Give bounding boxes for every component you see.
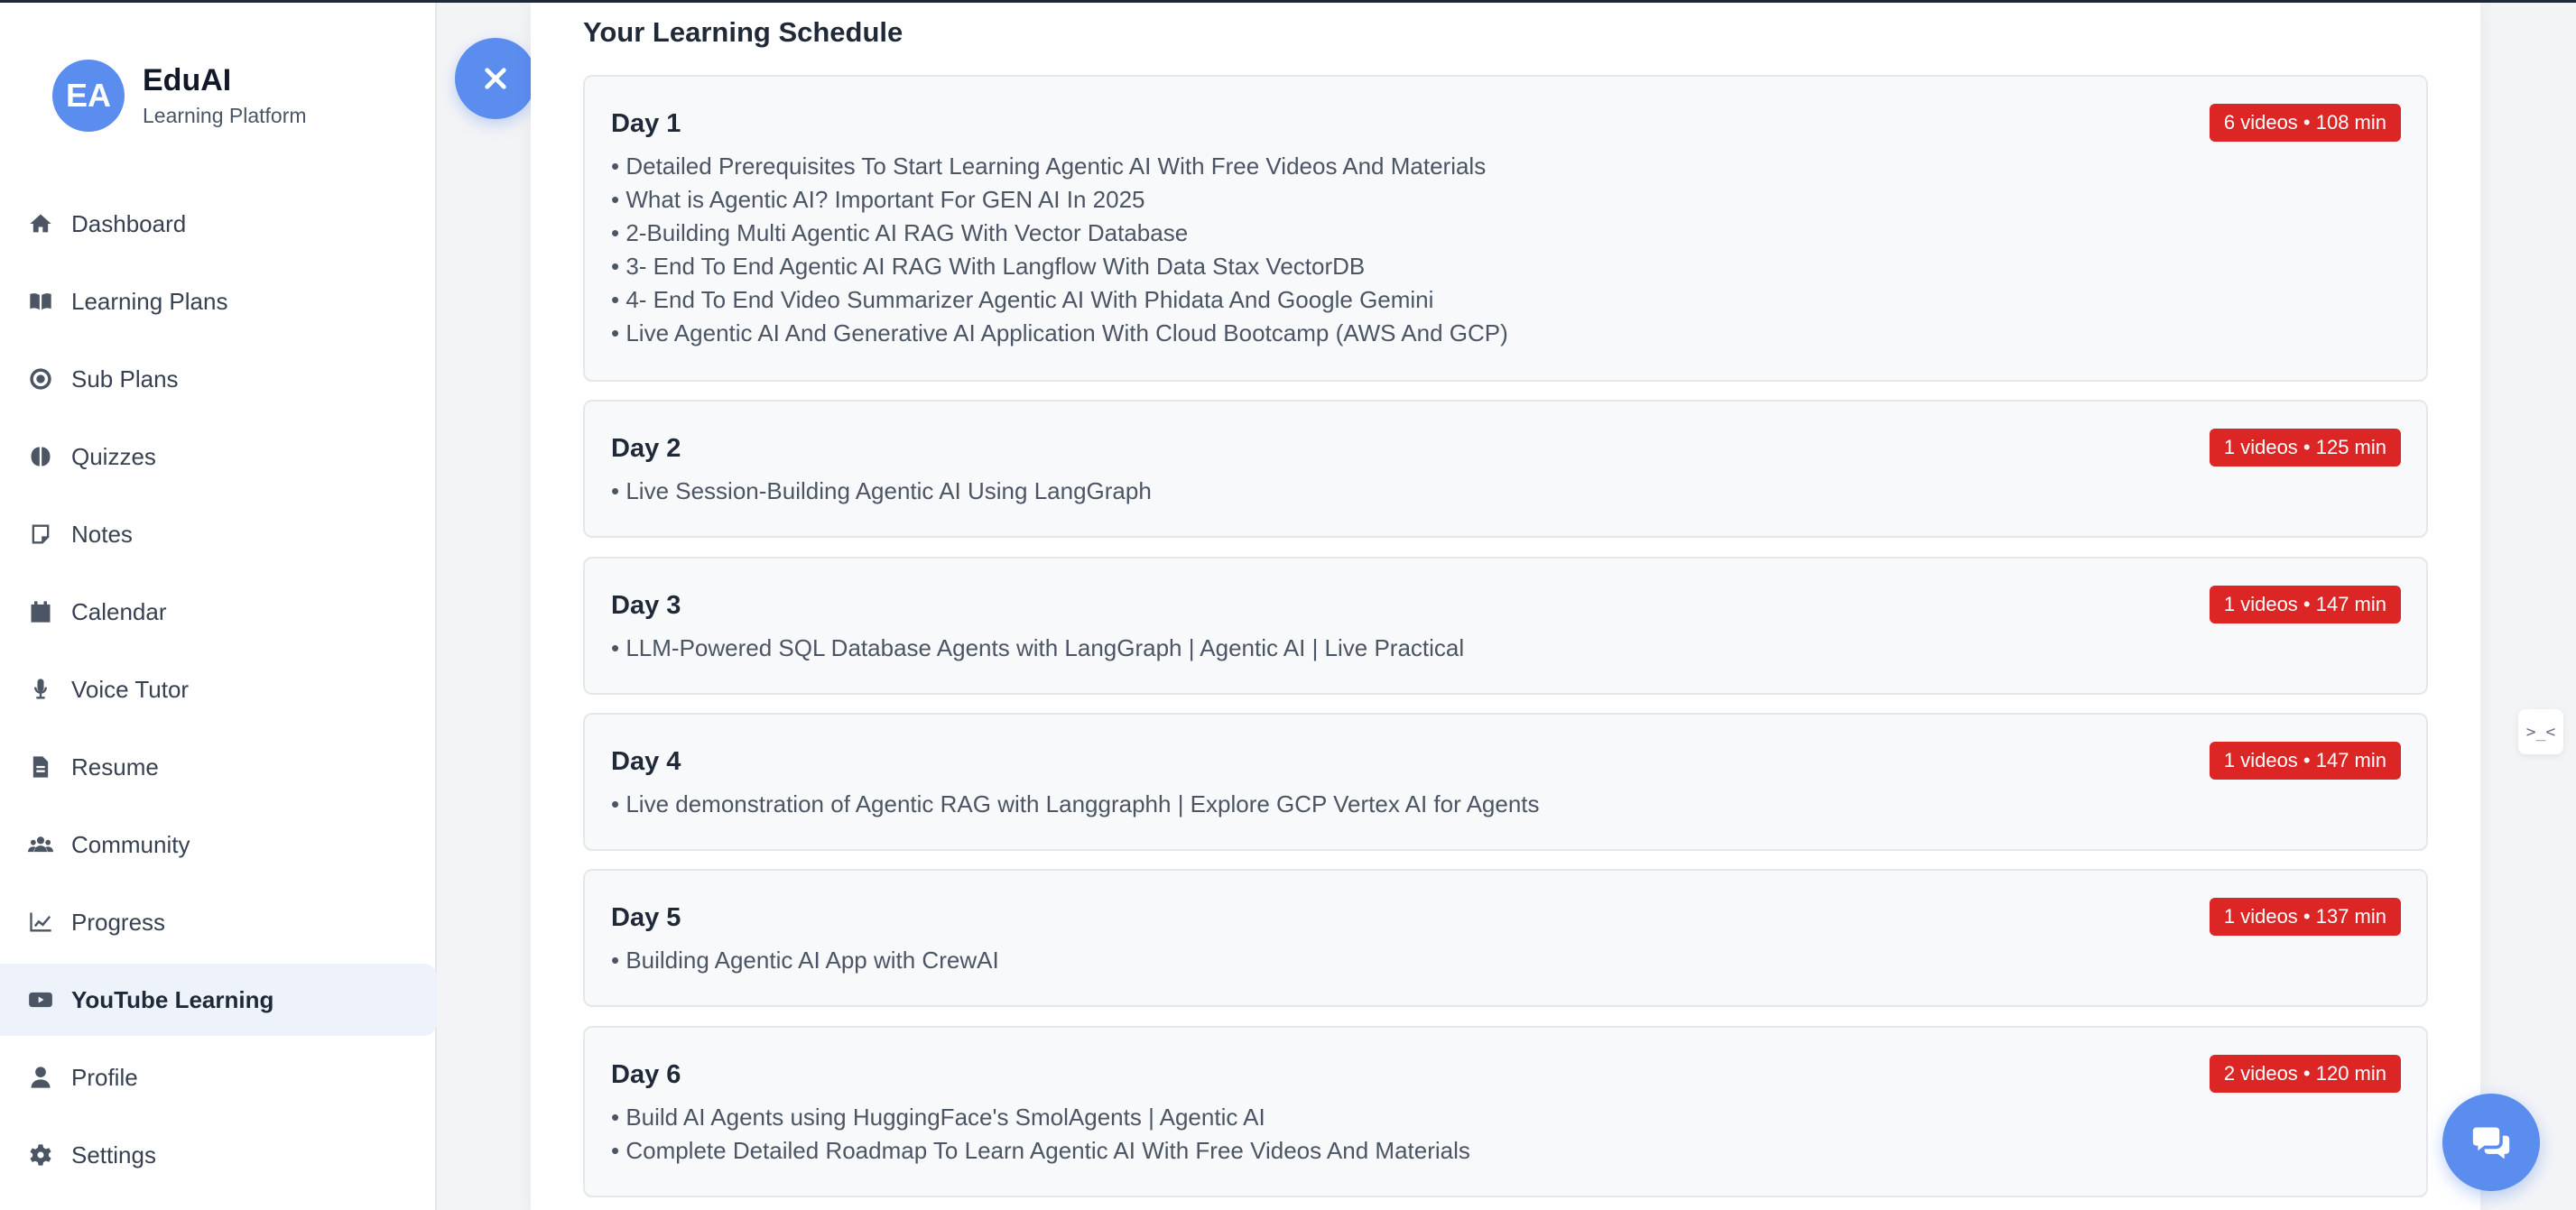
video-list: • Detailed Prerequisites To Start Learni… xyxy=(611,150,1508,350)
video-item[interactable]: • LLM-Powered SQL Database Agents with L… xyxy=(611,632,1464,665)
video-item[interactable]: • 2-Building Multi Agentic AI RAG With V… xyxy=(611,217,1508,250)
sidebar-item-label: YouTube Learning xyxy=(71,985,274,1013)
day-badge: 6 videos • 108 min xyxy=(2209,104,2401,142)
main-content: Your Learning Schedule Day 1 6 videos • … xyxy=(531,3,2480,1210)
sidebar-item-label: Dashboard xyxy=(71,209,187,237)
video-item[interactable]: • What is Agentic AI? Important For GEN … xyxy=(611,183,1508,217)
home-icon xyxy=(25,208,56,239)
day-badge: 1 videos • 147 min xyxy=(2209,586,2401,623)
users-icon xyxy=(25,829,56,860)
brand-subtitle: Learning Platform xyxy=(143,104,307,127)
microphone-icon xyxy=(25,674,56,705)
day-badge: 1 videos • 147 min xyxy=(2209,742,2401,780)
video-item[interactable]: • 4- End To End Video Summarizer Agentic… xyxy=(611,283,1508,317)
sidebar-item-voice-tutor[interactable]: Voice Tutor xyxy=(0,653,437,725)
file-icon xyxy=(25,752,56,782)
sidebar-item-label: Sub Plans xyxy=(71,365,179,393)
sidebar: EA EduAI Learning Platform Dashboard Lea… xyxy=(0,3,437,1210)
sidebar-item-label: Calendar xyxy=(71,597,167,625)
brand-name: EduAI xyxy=(143,63,232,97)
close-icon xyxy=(483,66,508,91)
note-icon xyxy=(25,519,56,550)
sidebar-item-community[interactable]: Community xyxy=(0,808,437,881)
book-icon xyxy=(25,286,56,317)
sidebar-item-progress[interactable]: Progress xyxy=(0,886,437,958)
day-card: Day 4 1 videos • 147 min • Live demonstr… xyxy=(583,713,2428,851)
sidebar-item-label: Resume xyxy=(71,753,159,780)
sidebar-item-quizzes[interactable]: Quizzes xyxy=(0,420,437,493)
sidebar-item-settings[interactable]: Settings xyxy=(0,1119,437,1191)
sidebar-item-label: Profile xyxy=(71,1063,138,1091)
sidebar-item-label: Notes xyxy=(71,520,133,548)
sidebar-item-notes[interactable]: Notes xyxy=(0,498,437,570)
sidebar-item-youtube-learning[interactable]: YouTube Learning xyxy=(0,964,437,1036)
day-badge: 1 videos • 137 min xyxy=(2209,898,2401,936)
brand-text: EduAI Learning Platform xyxy=(143,63,307,128)
youtube-icon xyxy=(25,984,56,1015)
video-item[interactable]: • 3- End To End Agentic AI RAG With Lang… xyxy=(611,250,1508,283)
chart-line-icon xyxy=(25,907,56,938)
brain-icon xyxy=(25,441,56,472)
schedule-title: Your Learning Schedule xyxy=(583,16,903,48)
video-list: • Live demonstration of Agentic RAG with… xyxy=(611,788,1540,821)
video-item[interactable]: • Build AI Agents using HuggingFace's Sm… xyxy=(611,1101,1470,1134)
app-window: EA EduAI Learning Platform Dashboard Lea… xyxy=(0,0,2576,1210)
sidebar-item-learning-plans[interactable]: Learning Plans xyxy=(0,265,437,337)
sidebar-item-label: Community xyxy=(71,830,190,858)
sidebar-item-resume[interactable]: Resume xyxy=(0,731,437,803)
brand[interactable]: EA EduAI Learning Platform xyxy=(52,60,307,132)
day-card: Day 6 2 videos • 120 min • Build AI Agen… xyxy=(583,1026,2428,1197)
video-item[interactable]: • Live demonstration of Agentic RAG with… xyxy=(611,788,1540,821)
day-badge: 1 videos • 125 min xyxy=(2209,429,2401,466)
sidebar-item-label: Quizzes xyxy=(71,442,156,470)
video-list: • LLM-Powered SQL Database Agents with L… xyxy=(611,632,1464,665)
chat-button[interactable] xyxy=(2442,1094,2540,1191)
calendar-icon xyxy=(25,596,56,627)
video-list: • Live Session-Building Agentic AI Using… xyxy=(611,475,1152,508)
video-item[interactable]: • Live Agentic AI And Generative AI Appl… xyxy=(611,317,1508,350)
day-badge: 2 videos • 120 min xyxy=(2209,1055,2401,1093)
day-title: Day 6 xyxy=(611,1060,681,1089)
day-title: Day 3 xyxy=(611,591,681,620)
day-card: Day 3 1 videos • 147 min • LLM-Powered S… xyxy=(583,557,2428,695)
sidebar-item-profile[interactable]: Profile xyxy=(0,1041,437,1113)
user-icon xyxy=(25,1062,56,1093)
video-item[interactable]: • Live Session-Building Agentic AI Using… xyxy=(611,475,1152,508)
gear-icon xyxy=(25,1140,56,1170)
chat-icon xyxy=(2471,1122,2511,1162)
video-item[interactable]: • Detailed Prerequisites To Start Learni… xyxy=(611,150,1508,183)
sidebar-item-label: Learning Plans xyxy=(71,287,228,315)
day-card: Day 1 6 videos • 108 min • Detailed Prer… xyxy=(583,75,2428,382)
video-item[interactable]: • Complete Detailed Roadmap To Learn Age… xyxy=(611,1134,1470,1168)
sidebar-item-label: Settings xyxy=(71,1141,156,1168)
day-card: Day 2 1 videos • 125 min • Live Session-… xyxy=(583,400,2428,538)
edge-widget[interactable]: >_< xyxy=(2518,709,2563,754)
day-title: Day 2 xyxy=(611,434,681,463)
day-card: Day 5 1 videos • 137 min • Building Agen… xyxy=(583,869,2428,1007)
video-list: • Building Agentic AI App with CrewAI xyxy=(611,944,999,977)
day-title: Day 1 xyxy=(611,109,681,138)
brand-avatar: EA xyxy=(52,60,125,132)
sidebar-item-dashboard[interactable]: Dashboard xyxy=(0,188,437,260)
sidebar-item-sub-plans[interactable]: Sub Plans xyxy=(0,343,437,415)
close-sidebar-button[interactable] xyxy=(455,38,536,119)
sidebar-item-calendar[interactable]: Calendar xyxy=(0,576,437,648)
sidebar-nav: Dashboard Learning Plans Sub Plans Quizz… xyxy=(0,188,437,1196)
video-list: • Build AI Agents using HuggingFace's Sm… xyxy=(611,1101,1470,1168)
target-icon xyxy=(25,364,56,394)
day-title: Day 5 xyxy=(611,903,681,932)
sidebar-item-label: Progress xyxy=(71,908,166,936)
video-item[interactable]: • Building Agentic AI App with CrewAI xyxy=(611,944,999,977)
day-title: Day 4 xyxy=(611,747,681,776)
sidebar-item-label: Voice Tutor xyxy=(71,675,190,703)
